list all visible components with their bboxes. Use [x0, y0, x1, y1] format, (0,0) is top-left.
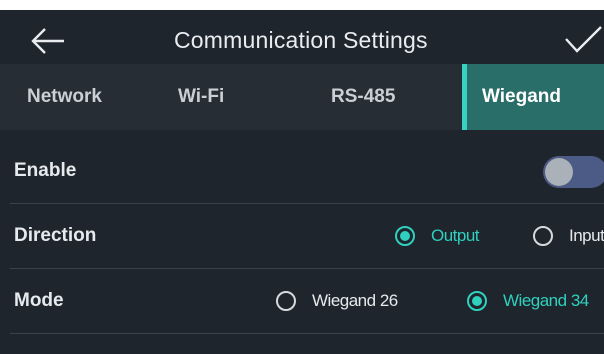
enable-toggle[interactable]: [543, 156, 604, 188]
radio-selected-icon: [395, 226, 415, 246]
mode-option-wiegand34[interactable]: Wiegand 34: [467, 269, 589, 333]
enable-row: Enable: [0, 139, 604, 203]
tab-network[interactable]: Network: [27, 64, 102, 130]
direction-option-input[interactable]: Input: [533, 204, 604, 268]
checkmark-icon[interactable]: [564, 24, 602, 56]
active-tab-indicator: [462, 64, 467, 130]
tab-wiegand-label: Wiegand: [482, 86, 561, 107]
header-bar: Communication Settings: [0, 10, 604, 64]
arrow-left-icon[interactable]: [30, 26, 66, 56]
tab-wifi[interactable]: Wi-Fi: [178, 64, 224, 130]
tab-rs485-label: RS-485: [331, 86, 396, 107]
direction-label: Direction: [14, 225, 97, 246]
top-strip: [0, 0, 604, 10]
tab-wiegand[interactable]: Wiegand: [462, 64, 604, 130]
tab-rs485[interactable]: RS-485: [331, 64, 395, 130]
radio-unselected-icon: [533, 226, 553, 246]
radio-unselected-icon: [276, 291, 296, 311]
direction-row: Direction Output Input: [0, 204, 604, 268]
radio-selected-icon: [467, 291, 487, 311]
tab-network-label: Network: [27, 86, 102, 107]
tab-wifi-label: Wi-Fi: [178, 86, 225, 107]
page-title: Communication Settings: [174, 27, 428, 53]
mode-option-wiegand26[interactable]: Wiegand 26: [276, 269, 398, 333]
mode-row: Mode Wiegand 26 Wiegand 34: [0, 269, 604, 333]
toggle-knob: [545, 158, 573, 186]
direction-option-output-label: Output: [431, 226, 480, 245]
direction-option-output[interactable]: Output: [395, 204, 480, 268]
mode-option-wiegand34-label: Wiegand 34: [503, 291, 589, 310]
direction-option-input-label: Input: [569, 226, 604, 245]
settings-screen: Communication Settings Network Wi-Fi RS-…: [0, 10, 604, 354]
enable-label: Enable: [14, 160, 77, 181]
mode-option-wiegand26-label: Wiegand 26: [312, 291, 398, 310]
divider: [10, 333, 604, 334]
tab-bar: Network Wi-Fi RS-485 Wiegand: [0, 64, 604, 130]
mode-label: Mode: [14, 290, 64, 311]
